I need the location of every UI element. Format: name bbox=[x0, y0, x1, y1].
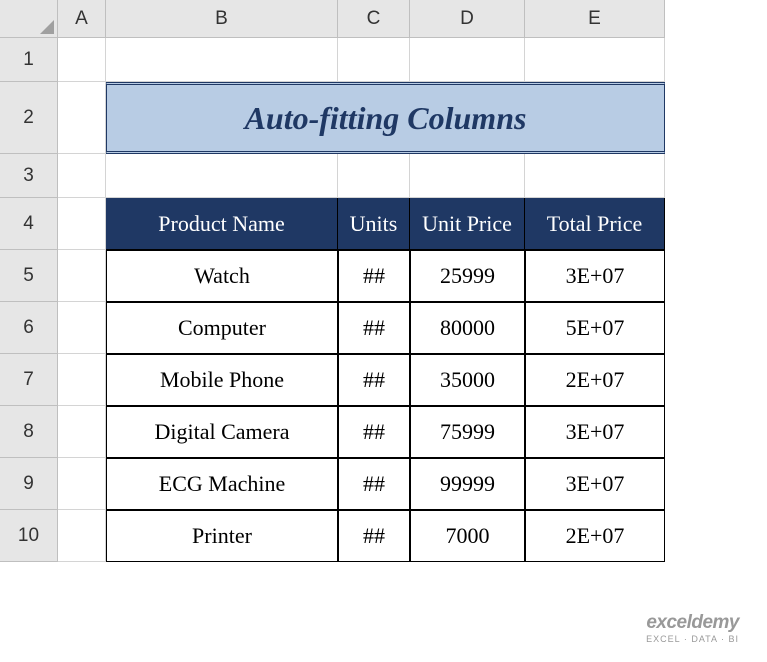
table-row[interactable]: ## bbox=[338, 458, 410, 510]
table-row[interactable]: 2E+07 bbox=[525, 510, 665, 562]
col-header-b[interactable]: B bbox=[106, 0, 338, 38]
row-header-6[interactable]: 6 bbox=[0, 302, 58, 354]
table-row[interactable]: 2E+07 bbox=[525, 354, 665, 406]
table-row[interactable]: Printer bbox=[106, 510, 338, 562]
row-header-7[interactable]: 7 bbox=[0, 354, 58, 406]
table-row[interactable]: ## bbox=[338, 250, 410, 302]
table-row[interactable]: ## bbox=[338, 510, 410, 562]
cell-a1[interactable] bbox=[58, 38, 106, 82]
cell-b3[interactable] bbox=[106, 154, 338, 198]
table-row[interactable]: 75999 bbox=[410, 406, 525, 458]
table-header-totalprice[interactable]: Total Price bbox=[525, 198, 665, 250]
col-header-e[interactable]: E bbox=[525, 0, 665, 38]
watermark-tagline: EXCEL · DATA · BI bbox=[646, 634, 739, 644]
table-header-units[interactable]: Units bbox=[338, 198, 410, 250]
cell-a10[interactable] bbox=[58, 510, 106, 562]
cell-b1[interactable] bbox=[106, 38, 338, 82]
col-header-d[interactable]: D bbox=[410, 0, 525, 38]
table-row[interactable]: Mobile Phone bbox=[106, 354, 338, 406]
table-header-unitprice[interactable]: Unit Price bbox=[410, 198, 525, 250]
table-row[interactable]: Digital Camera bbox=[106, 406, 338, 458]
table-header-product[interactable]: Product Name bbox=[106, 198, 338, 250]
col-header-c[interactable]: C bbox=[338, 0, 410, 38]
cell-a9[interactable] bbox=[58, 458, 106, 510]
cell-a5[interactable] bbox=[58, 250, 106, 302]
table-row[interactable]: 25999 bbox=[410, 250, 525, 302]
table-row[interactable]: Computer bbox=[106, 302, 338, 354]
table-row[interactable]: 5E+07 bbox=[525, 302, 665, 354]
row-header-2[interactable]: 2 bbox=[0, 82, 58, 154]
table-row[interactable]: 3E+07 bbox=[525, 250, 665, 302]
row-header-4[interactable]: 4 bbox=[0, 198, 58, 250]
cell-c1[interactable] bbox=[338, 38, 410, 82]
table-row[interactable]: 99999 bbox=[410, 458, 525, 510]
cell-c3[interactable] bbox=[338, 154, 410, 198]
row-header-1[interactable]: 1 bbox=[0, 38, 58, 82]
row-header-8[interactable]: 8 bbox=[0, 406, 58, 458]
row-header-9[interactable]: 9 bbox=[0, 458, 58, 510]
row-header-5[interactable]: 5 bbox=[0, 250, 58, 302]
table-row[interactable]: 3E+07 bbox=[525, 458, 665, 510]
table-row[interactable]: 80000 bbox=[410, 302, 525, 354]
table-row[interactable]: 7000 bbox=[410, 510, 525, 562]
col-header-a[interactable]: A bbox=[58, 0, 106, 38]
cell-a7[interactable] bbox=[58, 354, 106, 406]
table-row[interactable]: ECG Machine bbox=[106, 458, 338, 510]
cell-a4[interactable] bbox=[58, 198, 106, 250]
title-cell[interactable]: Auto-fitting Columns bbox=[106, 82, 665, 154]
cell-a8[interactable] bbox=[58, 406, 106, 458]
table-row[interactable]: 35000 bbox=[410, 354, 525, 406]
cell-e3[interactable] bbox=[525, 154, 665, 198]
spreadsheet-grid: A B C D E 1 2 Auto-fitting Columns 3 4 P… bbox=[0, 0, 767, 562]
cell-d1[interactable] bbox=[410, 38, 525, 82]
table-row[interactable]: ## bbox=[338, 302, 410, 354]
cell-a6[interactable] bbox=[58, 302, 106, 354]
table-row[interactable]: 3E+07 bbox=[525, 406, 665, 458]
cell-a2[interactable] bbox=[58, 82, 106, 154]
table-row[interactable]: ## bbox=[338, 406, 410, 458]
row-header-10[interactable]: 10 bbox=[0, 510, 58, 562]
table-row[interactable]: ## bbox=[338, 354, 410, 406]
watermark: exceldemy EXCEL · DATA · BI bbox=[646, 612, 739, 644]
select-all-corner[interactable] bbox=[0, 0, 58, 38]
cell-a3[interactable] bbox=[58, 154, 106, 198]
cell-e1[interactable] bbox=[525, 38, 665, 82]
watermark-brand: exceldemy bbox=[646, 612, 739, 634]
row-header-3[interactable]: 3 bbox=[0, 154, 58, 198]
table-row[interactable]: Watch bbox=[106, 250, 338, 302]
cell-d3[interactable] bbox=[410, 154, 525, 198]
